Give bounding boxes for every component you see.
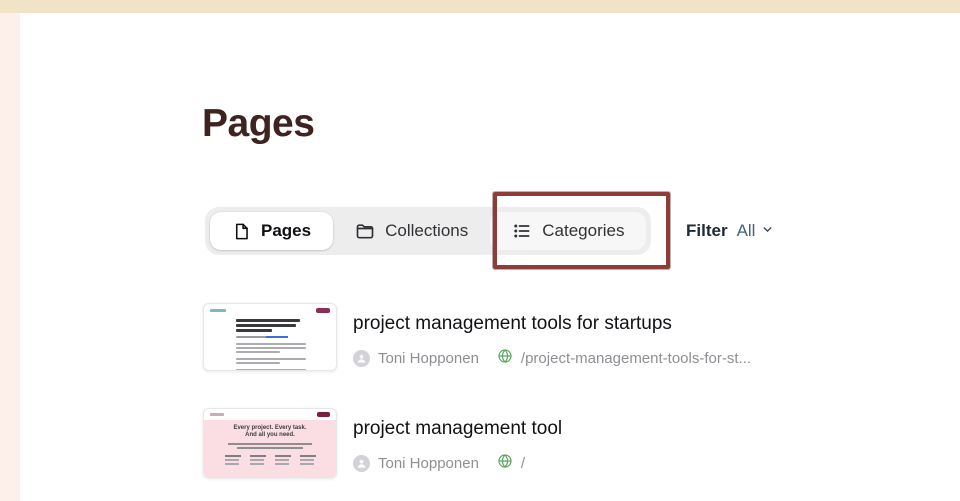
author-name: Toni Hopponen	[378, 349, 479, 367]
page-item-meta: Toni Hopponen /project-management-tools-…	[353, 348, 751, 368]
thumbnail-navbar	[204, 409, 336, 420]
page-title: Pages	[202, 102, 315, 145]
thumb-text-line	[224, 463, 239, 465]
globe-icon	[497, 453, 513, 473]
tab-label: Pages	[261, 221, 312, 240]
globe-icon	[497, 348, 513, 368]
thumb-text-line	[237, 447, 303, 449]
page-item-info: project management tools for startups To…	[353, 303, 751, 371]
filter-dropdown[interactable]: All	[737, 221, 775, 241]
thumb-text-line	[274, 463, 289, 465]
thumbnail-content	[204, 314, 336, 370]
thumb-link-line	[236, 336, 288, 338]
person-icon	[353, 454, 370, 472]
thumb-text-line	[249, 459, 264, 461]
list-icon	[512, 221, 532, 241]
tab-label: Categories	[542, 221, 625, 240]
folder-icon	[355, 221, 375, 241]
page-thumbnail[interactable]: Every project. Every task. And all you n…	[203, 408, 337, 478]
page-path[interactable]: /project-management-tools-for-st...	[521, 350, 751, 367]
thumb-text-line	[299, 459, 314, 461]
thumbnail-columns	[204, 455, 336, 467]
thumb-text-line	[236, 343, 306, 345]
page-item-info: project management tool Toni Hopponen /	[353, 408, 562, 478]
page-thumbnail[interactable]	[203, 303, 337, 371]
thumbnail-button	[317, 412, 330, 417]
page-list-item: Every project. Every task. And all you n…	[203, 408, 562, 478]
thumbnail-navbar	[204, 304, 336, 314]
thumb-text-line	[299, 455, 316, 457]
author-name: Toni Hopponen	[378, 454, 479, 472]
thumb-text-line	[236, 369, 306, 370]
thumb-text-line	[236, 319, 300, 322]
page-list-item: project management tools for startups To…	[203, 303, 751, 371]
thumb-text-line	[224, 459, 239, 461]
thumb-text-line	[236, 329, 272, 332]
thumb-text-line	[299, 463, 314, 465]
thumb-text-line	[224, 455, 241, 457]
thumb-text-line	[236, 362, 280, 364]
thumb-text-line	[274, 459, 289, 461]
thumbnail-content: Every project. Every task. And all you n…	[204, 420, 336, 477]
thumbnail-button	[316, 308, 330, 313]
view-tabs: Pages Collections Categories	[205, 207, 652, 255]
person-icon	[353, 349, 370, 367]
thumb-text-line	[236, 358, 306, 360]
filter-bar: Filter All	[686, 218, 774, 244]
tab-categories[interactable]: Categories	[490, 212, 647, 250]
filter-value: All	[736, 221, 756, 240]
page-item-meta: Toni Hopponen /	[353, 453, 562, 473]
thumbnail-logo	[210, 309, 226, 312]
screen: Pages Pages Collections Categories Filte…	[0, 0, 960, 501]
thumbnail-logo	[210, 413, 224, 416]
page-item-title[interactable]: project management tools for startups	[353, 312, 751, 336]
thumb-column	[274, 455, 291, 467]
filter-label: Filter	[686, 221, 728, 240]
top-strip	[0, 0, 960, 13]
tab-collections[interactable]: Collections	[333, 212, 490, 250]
left-strip	[0, 13, 20, 501]
thumb-text-line	[236, 324, 296, 327]
thumb-text-line	[249, 455, 266, 457]
page-path[interactable]: /	[521, 455, 525, 472]
document-icon	[232, 222, 251, 241]
thumb-column	[224, 455, 241, 467]
thumb-text-line	[228, 443, 312, 445]
thumb-text-line	[236, 351, 280, 353]
thumb-column	[299, 455, 316, 467]
thumb-column	[249, 455, 266, 467]
thumbnail-heading: Every project. Every task. And all you n…	[233, 425, 307, 438]
thumb-text-line	[236, 347, 306, 349]
tab-pages[interactable]: Pages	[210, 212, 334, 250]
thumb-text-line	[249, 463, 264, 465]
page-item-title[interactable]: project management tool	[353, 417, 562, 441]
tab-label: Collections	[385, 221, 469, 240]
chevron-down-icon	[761, 221, 774, 241]
thumb-text-line	[274, 455, 291, 457]
